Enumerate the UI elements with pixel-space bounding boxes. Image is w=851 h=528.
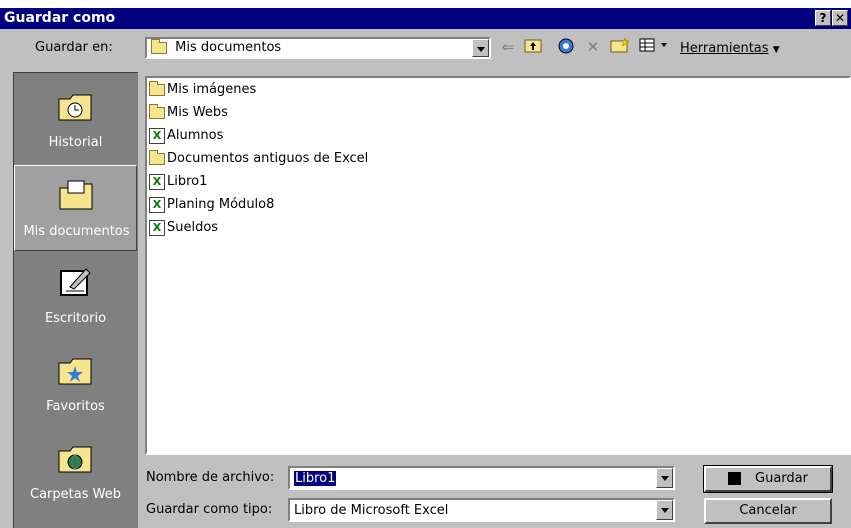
chevron-down-icon[interactable]: [472, 39, 489, 57]
place-carpetas-web[interactable]: Carpetas Web: [14, 429, 137, 515]
folder-icon: [151, 38, 167, 54]
places-bar: Historial Mis documentos Escritorio Favo…: [13, 72, 138, 528]
delete-icon[interactable]: ✕: [583, 37, 603, 57]
list-item[interactable]: Mis imágenes: [149, 79, 256, 101]
filename-value[interactable]: Libro1: [294, 471, 337, 486]
place-favoritos[interactable]: Favoritos: [14, 341, 137, 427]
chevron-down-icon[interactable]: [656, 500, 673, 520]
web-folders-icon: [58, 446, 92, 473]
close-button[interactable]: ✕: [832, 10, 848, 26]
help-button[interactable]: ?: [815, 10, 831, 26]
folder-shortcut-icon: [149, 149, 165, 165]
excel-file-icon: X: [149, 196, 165, 213]
list-item[interactable]: Documentos antiguos de Excel: [149, 148, 368, 170]
save-in-label: Guardar en:: [35, 40, 113, 55]
save-button[interactable]: Guardar: [703, 465, 833, 493]
excel-file-icon: X: [149, 219, 165, 236]
list-item[interactable]: X Libro1: [149, 171, 207, 193]
place-mis-documentos[interactable]: Mis documentos: [14, 165, 137, 251]
folder-icon: [149, 103, 165, 119]
save-in-value: Mis documentos: [175, 40, 282, 55]
views-icon[interactable]: [637, 37, 673, 57]
floppy-disk-icon: [728, 472, 742, 485]
dialog-title: Guardar como: [4, 10, 116, 26]
filetype-select[interactable]: Libro de Microsoft Excel: [288, 498, 675, 522]
history-folder-icon: [58, 94, 92, 121]
desktop-icon: [60, 268, 91, 296]
title-bar: Guardar como ? ✕: [0, 8, 851, 29]
list-item[interactable]: X Planing Módulo8: [149, 194, 274, 216]
favorites-folder-icon: [58, 358, 92, 385]
file-list[interactable]: Mis imágenes Mis Webs X Alumnos Documento…: [145, 76, 851, 455]
place-escritorio[interactable]: Escritorio: [14, 253, 137, 339]
save-in-combo[interactable]: Mis documentos: [145, 37, 491, 59]
filetype-value: Libro de Microsoft Excel: [294, 503, 449, 518]
excel-file-icon: X: [149, 173, 165, 190]
folder-icon: [149, 80, 165, 96]
chevron-down-icon[interactable]: [656, 468, 673, 488]
back-arrow-icon[interactable]: ⇐: [498, 37, 518, 57]
my-documents-folder-icon: [59, 180, 93, 210]
list-item[interactable]: X Sueldos: [149, 217, 218, 239]
cancel-button[interactable]: Cancelar: [704, 498, 832, 524]
list-item[interactable]: Mis Webs: [149, 102, 228, 124]
save-as-dialog: Guardar como ? ✕ Guardar en: Mis documen…: [0, 8, 851, 528]
filename-label: Nombre de archivo:: [146, 470, 275, 485]
filetype-label: Guardar como tipo:: [146, 502, 273, 517]
excel-file-icon: X: [149, 127, 165, 144]
new-folder-icon[interactable]: [609, 37, 631, 57]
chevron-down-icon: ▼: [772, 45, 780, 55]
up-folder-icon[interactable]: [523, 37, 543, 57]
list-item[interactable]: X Alumnos: [149, 125, 223, 147]
tools-menu[interactable]: Herramientas ▼: [680, 41, 780, 56]
place-historial[interactable]: Historial: [14, 77, 137, 163]
search-web-icon[interactable]: [555, 37, 577, 57]
filename-input[interactable]: Libro1: [288, 466, 675, 490]
